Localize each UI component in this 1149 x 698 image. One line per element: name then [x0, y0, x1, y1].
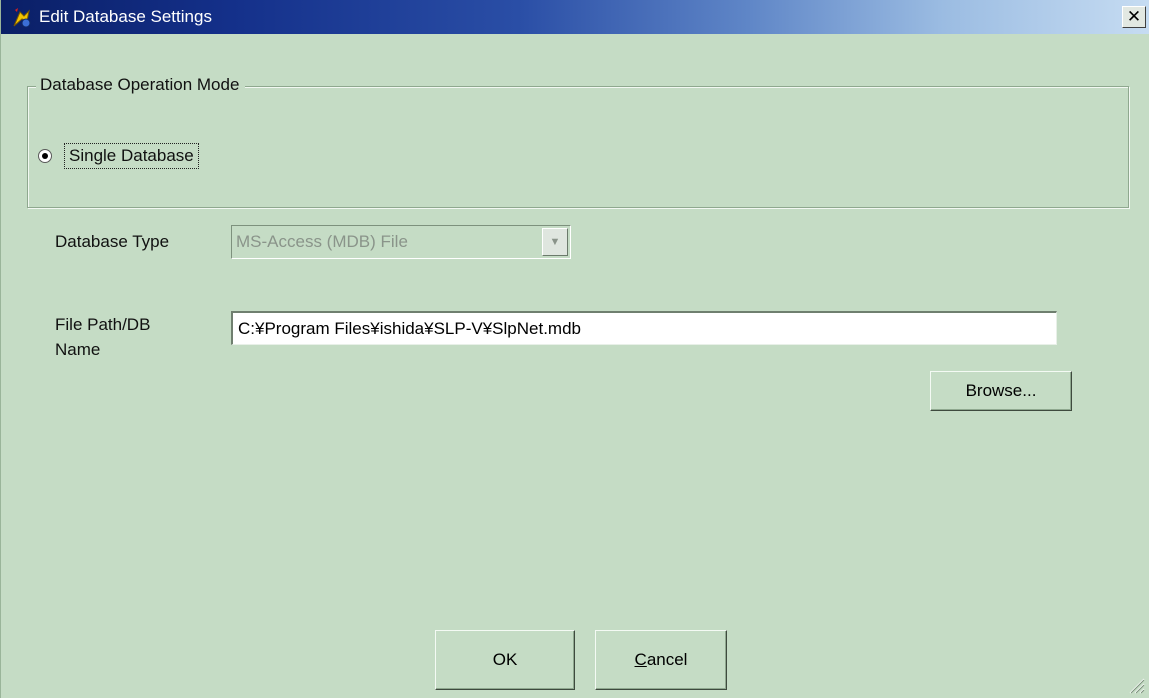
resize-grip-icon[interactable]: [1127, 676, 1145, 694]
file-path-input[interactable]: [231, 311, 1057, 345]
single-database-label[interactable]: Single Database: [64, 143, 199, 169]
chevron-down-icon[interactable]: ▼: [542, 228, 568, 256]
close-button[interactable]: ✕: [1122, 6, 1146, 28]
cancel-label-rest: ancel: [646, 650, 688, 669]
edit-database-settings-dialog: Edit Database Settings ✕ Database Operat…: [0, 0, 1149, 698]
database-type-label: Database Type: [55, 232, 170, 251]
group-legend: Database Operation Mode: [36, 75, 246, 95]
ok-button[interactable]: OK: [435, 630, 575, 690]
database-type-select[interactable]: MS-Access (MDB) File ▼: [231, 225, 571, 259]
cancel-mnemonic: C: [634, 650, 647, 669]
title-bar[interactable]: Edit Database Settings ✕: [1, 0, 1149, 34]
database-type-value: MS-Access (MDB) File: [236, 232, 408, 251]
database-operation-mode-group: Database Operation Mode Single Database: [27, 75, 1129, 208]
close-icon: ✕: [1126, 7, 1142, 26]
radio-selected-dot: [42, 153, 48, 159]
window-title: Edit Database Settings: [39, 7, 212, 26]
app-icon: [13, 8, 31, 28]
file-path-label-line2: Name: [55, 340, 101, 359]
browse-button[interactable]: Browse...: [930, 371, 1072, 411]
file-path-label-line1: File Path/DB: [55, 315, 151, 334]
single-database-radio[interactable]: [38, 149, 52, 163]
cancel-button[interactable]: Cancel: [595, 630, 727, 690]
